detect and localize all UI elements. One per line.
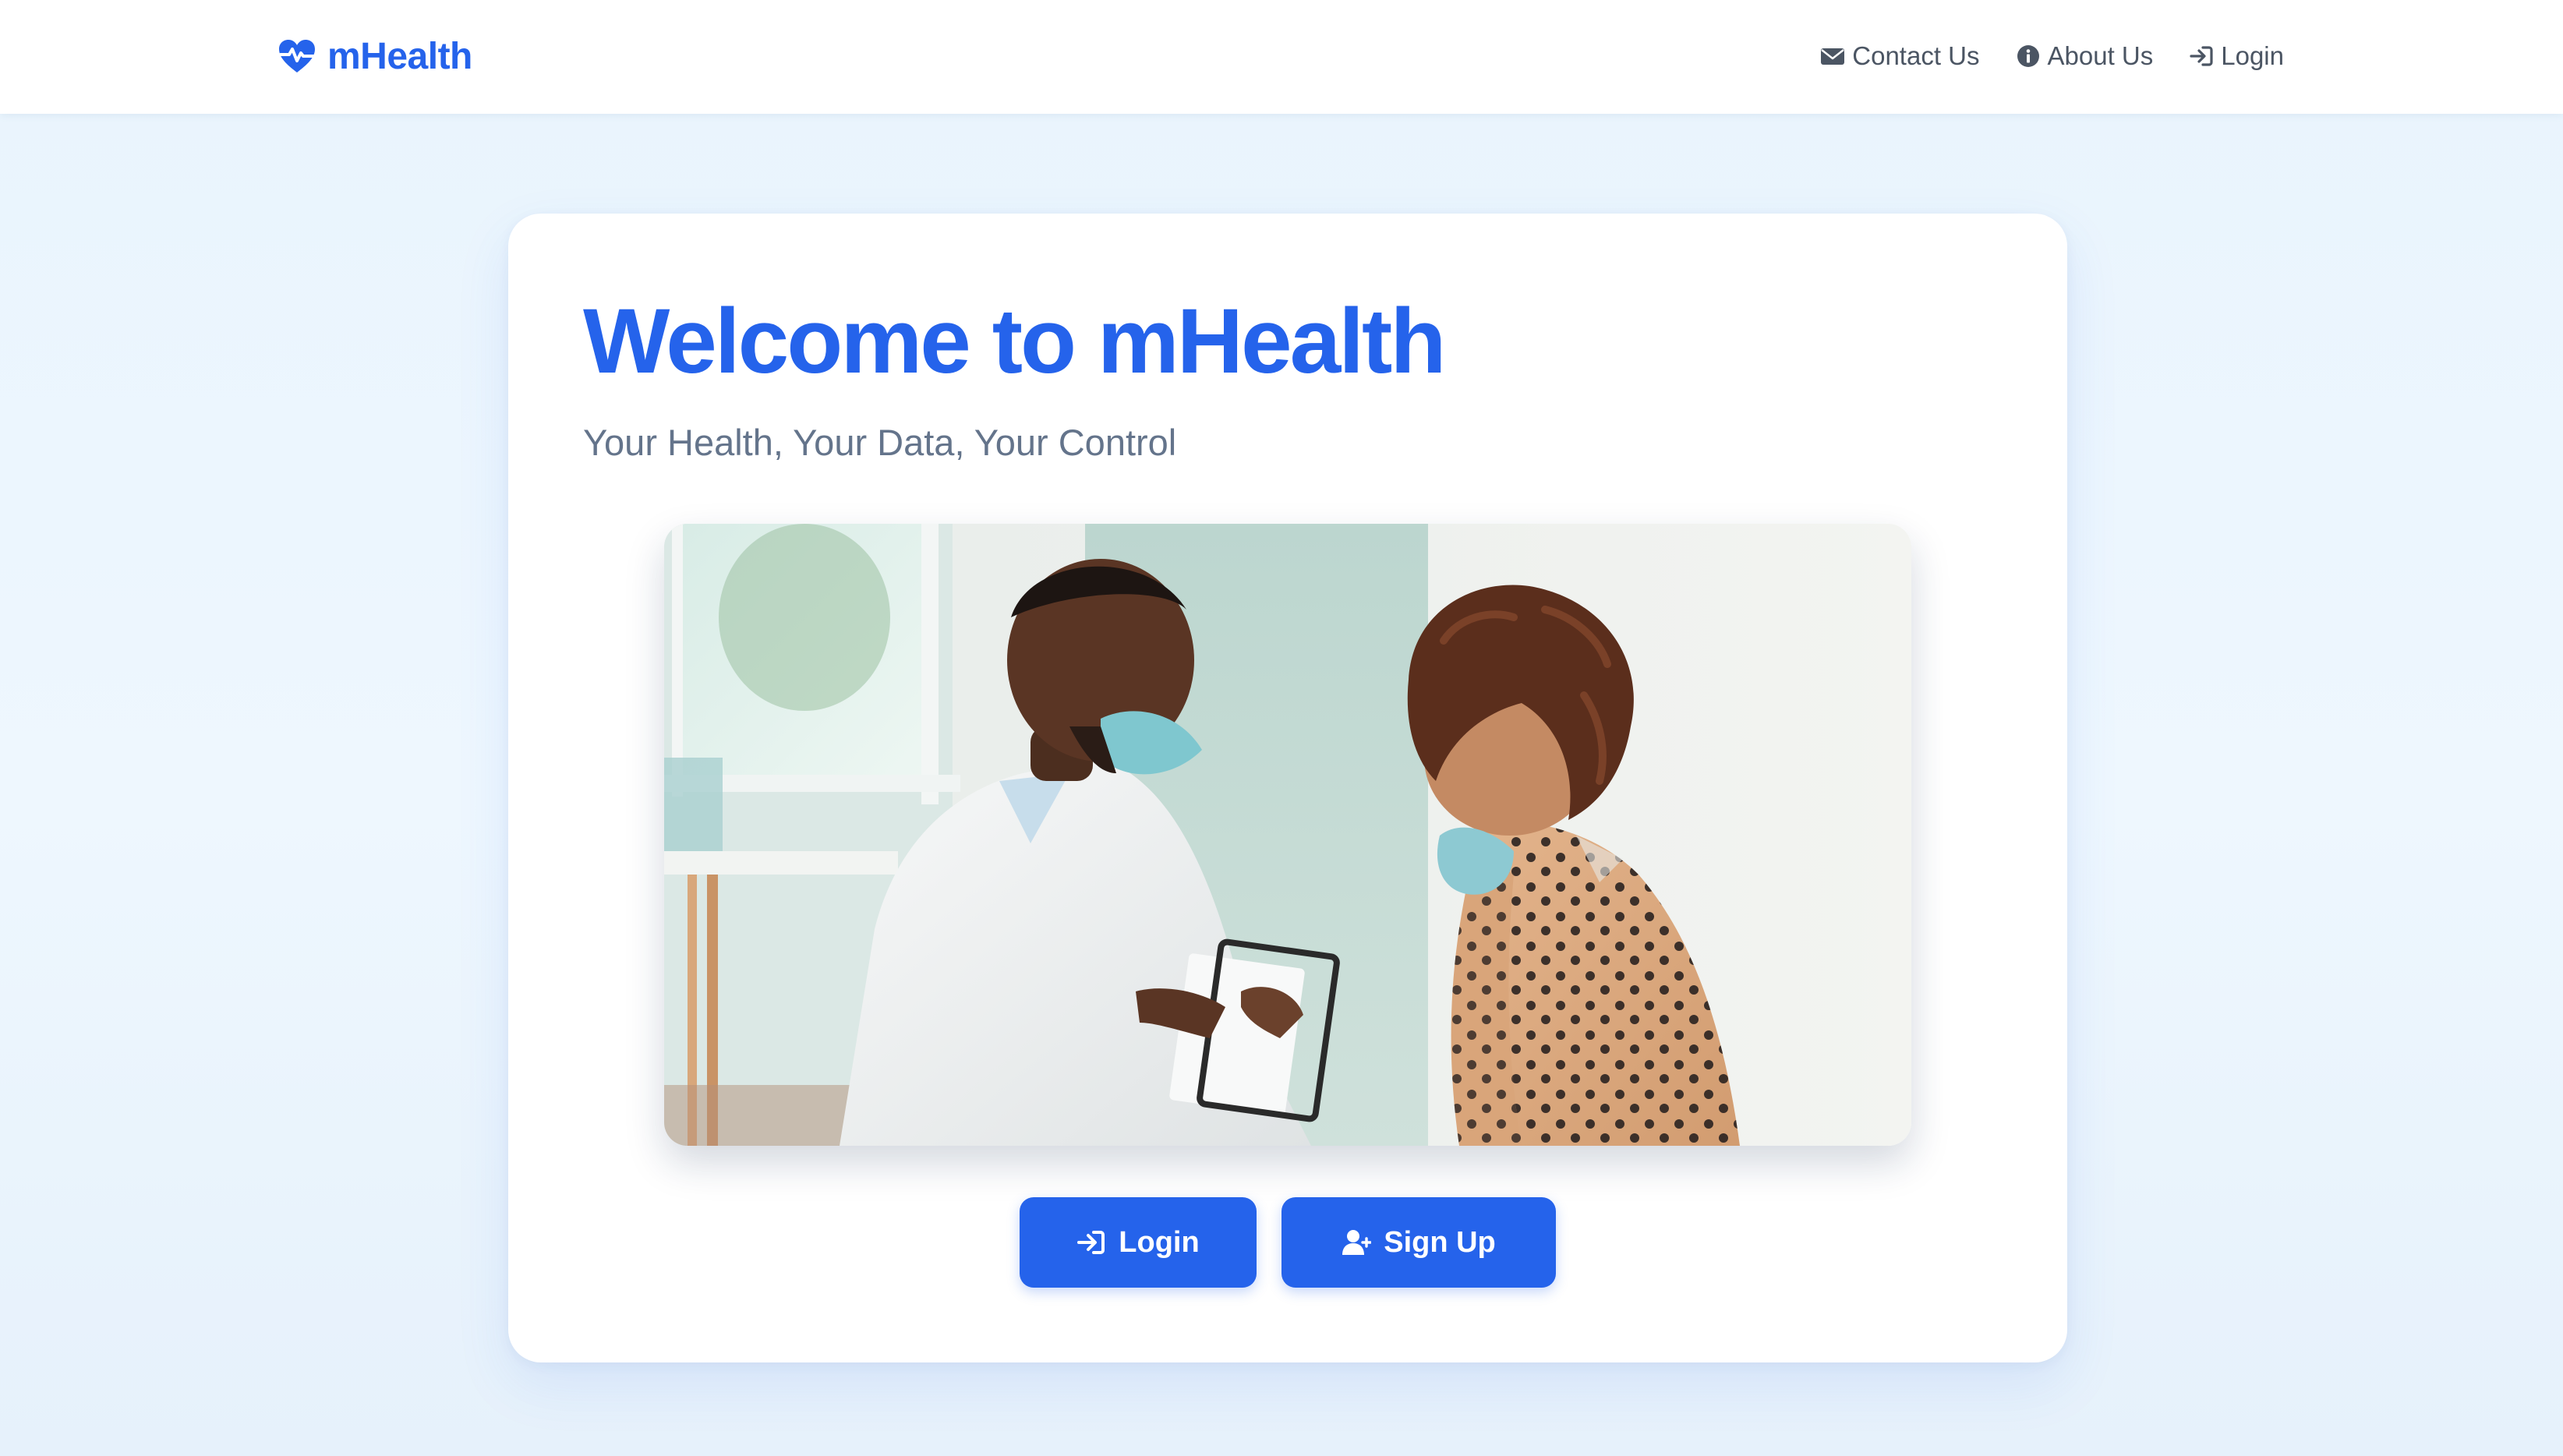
info-circle-icon [2017, 45, 2039, 67]
brand-logo-link[interactable]: mHealth [278, 31, 472, 81]
brand-name: mHealth [327, 35, 472, 77]
nav-about-us[interactable]: About Us [2016, 41, 2154, 71]
heart-pulse-icon [279, 40, 315, 72]
envelope-icon [1821, 48, 1845, 65]
sign-in-icon [2190, 46, 2213, 66]
doctor-patient-illustration [664, 524, 1911, 1146]
nav-login-label: Login [2221, 41, 2284, 70]
page-title: Welcome to mHealth [583, 290, 1446, 393]
top-navbar: mHealth Contact Us About Us Login [0, 0, 2563, 114]
nav-contact-us-label: Contact Us [1852, 41, 1980, 70]
nav-contact-us[interactable]: Contact Us [1820, 41, 1980, 71]
sign-up-button-label: Sign Up [1384, 1225, 1496, 1259]
login-button[interactable]: Login [1020, 1197, 1257, 1288]
welcome-card: Welcome to mHealth Your Health, Your Dat… [508, 214, 2067, 1362]
sign-in-icon [1077, 1231, 1105, 1254]
page-subtitle: Your Health, Your Data, Your Control [583, 422, 1177, 463]
hero-image [664, 524, 1911, 1146]
nav-about-us-label: About Us [2047, 41, 2154, 70]
nav-links: Contact Us About Us Login [1820, 31, 2284, 81]
login-button-label: Login [1119, 1225, 1200, 1259]
user-plus-icon [1342, 1230, 1372, 1255]
action-buttons: Login Sign Up [508, 1197, 2067, 1288]
sign-up-button[interactable]: Sign Up [1282, 1197, 1556, 1288]
nav-login[interactable]: Login [2189, 41, 2284, 71]
